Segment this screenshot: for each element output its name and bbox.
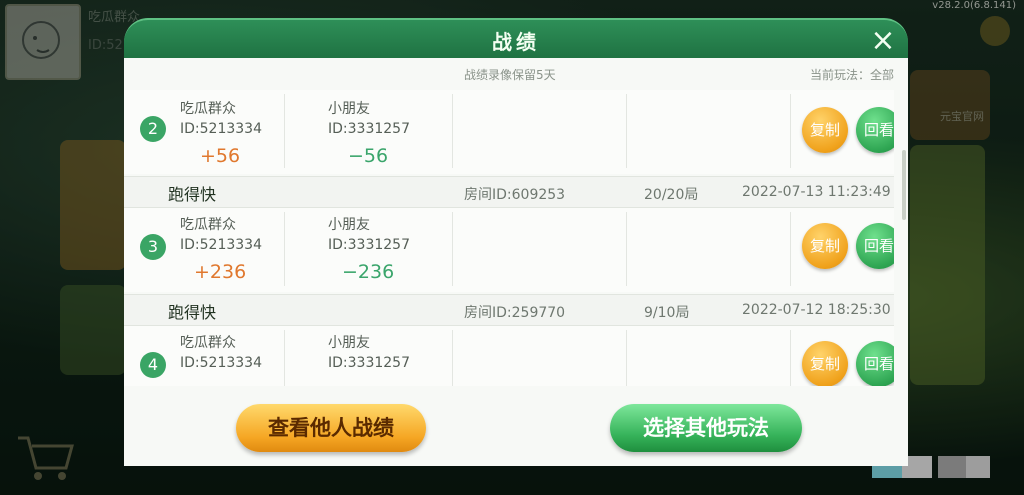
- divider: [284, 212, 285, 286]
- divider: [790, 330, 791, 386]
- copy-button[interactable]: 复制: [802, 223, 848, 269]
- record-list[interactable]: 2 吃瓜群众 ID:5213334 +56 小朋友 ID:3331257 −56…: [124, 90, 894, 386]
- player-id: ID:3331257: [328, 355, 410, 371]
- divider: [452, 94, 453, 168]
- record-number: 2: [140, 116, 166, 142]
- record-row: 2 吃瓜群众 ID:5213334 +56 小朋友 ID:3331257 −56…: [124, 90, 894, 174]
- divider: [284, 94, 285, 168]
- player-name: 吃瓜群众: [180, 335, 236, 351]
- record-header: 跑得快 房间ID:259770 9/10局 2022-07-12 18:25:3…: [124, 294, 894, 326]
- divider: [284, 330, 285, 386]
- replay-button[interactable]: 回看: [856, 341, 894, 386]
- player-score: −236: [342, 261, 395, 283]
- divider: [626, 330, 627, 386]
- mode-filter-label[interactable]: 当前玩法：全部: [810, 66, 894, 83]
- player-id: ID:5213334: [180, 355, 262, 371]
- list-scrollbar[interactable]: [902, 150, 906, 220]
- room-id: 房间ID:259770: [464, 305, 566, 321]
- player-id: ID:3331257: [328, 237, 410, 253]
- close-icon[interactable]: ×: [866, 26, 900, 60]
- player-score: −56: [348, 145, 389, 167]
- divider: [452, 330, 453, 386]
- divider: [626, 212, 627, 286]
- player-score: +236: [194, 261, 247, 283]
- dialog-panel: 战绩录像保留5天 当前玩法：全部 2 吃瓜群众 ID:5213334 +56 小…: [124, 58, 908, 466]
- record-time: 2022-07-12 18:25:30: [742, 302, 891, 318]
- choose-other-mode-button[interactable]: 选择其他玩法: [610, 404, 802, 452]
- player-name: 小朋友: [328, 101, 370, 117]
- copy-button[interactable]: 复制: [802, 341, 848, 386]
- replay-button[interactable]: 回看: [856, 107, 894, 153]
- player-name: 小朋友: [328, 335, 370, 351]
- record-number: 4: [140, 352, 166, 378]
- divider: [790, 212, 791, 286]
- round-count: 20/20局: [644, 187, 699, 203]
- player-id: ID:3331257: [328, 121, 410, 137]
- replay-button[interactable]: 回看: [856, 223, 894, 269]
- player-id: ID:5213334: [180, 121, 262, 137]
- divider: [790, 94, 791, 168]
- room-id: 房间ID:609253: [464, 187, 566, 203]
- record-row: 3 吃瓜群众 ID:5213334 +236 小朋友 ID:3331257 −2…: [124, 208, 894, 292]
- round-count: 9/10局: [644, 305, 690, 321]
- player-name: 小朋友: [328, 217, 370, 233]
- record-dialog: 战绩 × 战绩录像保留5天 当前玩法：全部 2 吃瓜群众 ID:5213334 …: [124, 18, 908, 466]
- divider: [626, 94, 627, 168]
- record-row: 4 吃瓜群众 ID:5213334 小朋友 ID:3331257 复制 回看: [124, 326, 894, 386]
- game-type: 跑得快: [168, 185, 217, 204]
- record-header: 跑得快 房间ID:609253 20/20局 2022-07-13 11:23:…: [124, 176, 894, 208]
- divider: [452, 212, 453, 286]
- game-type: 跑得快: [168, 303, 217, 322]
- player-score: +56: [200, 145, 241, 167]
- player-name: 吃瓜群众: [180, 217, 236, 233]
- record-number: 3: [140, 234, 166, 260]
- record-time: 2022-07-13 11:23:49: [742, 184, 891, 200]
- copy-button[interactable]: 复制: [802, 107, 848, 153]
- view-others-records-button[interactable]: 查看他人战绩: [236, 404, 426, 452]
- player-name: 吃瓜群众: [180, 101, 236, 117]
- player-id: ID:5213334: [180, 237, 262, 253]
- retention-note: 战绩录像保留5天: [464, 68, 556, 82]
- dialog-title: 战绩: [492, 30, 540, 54]
